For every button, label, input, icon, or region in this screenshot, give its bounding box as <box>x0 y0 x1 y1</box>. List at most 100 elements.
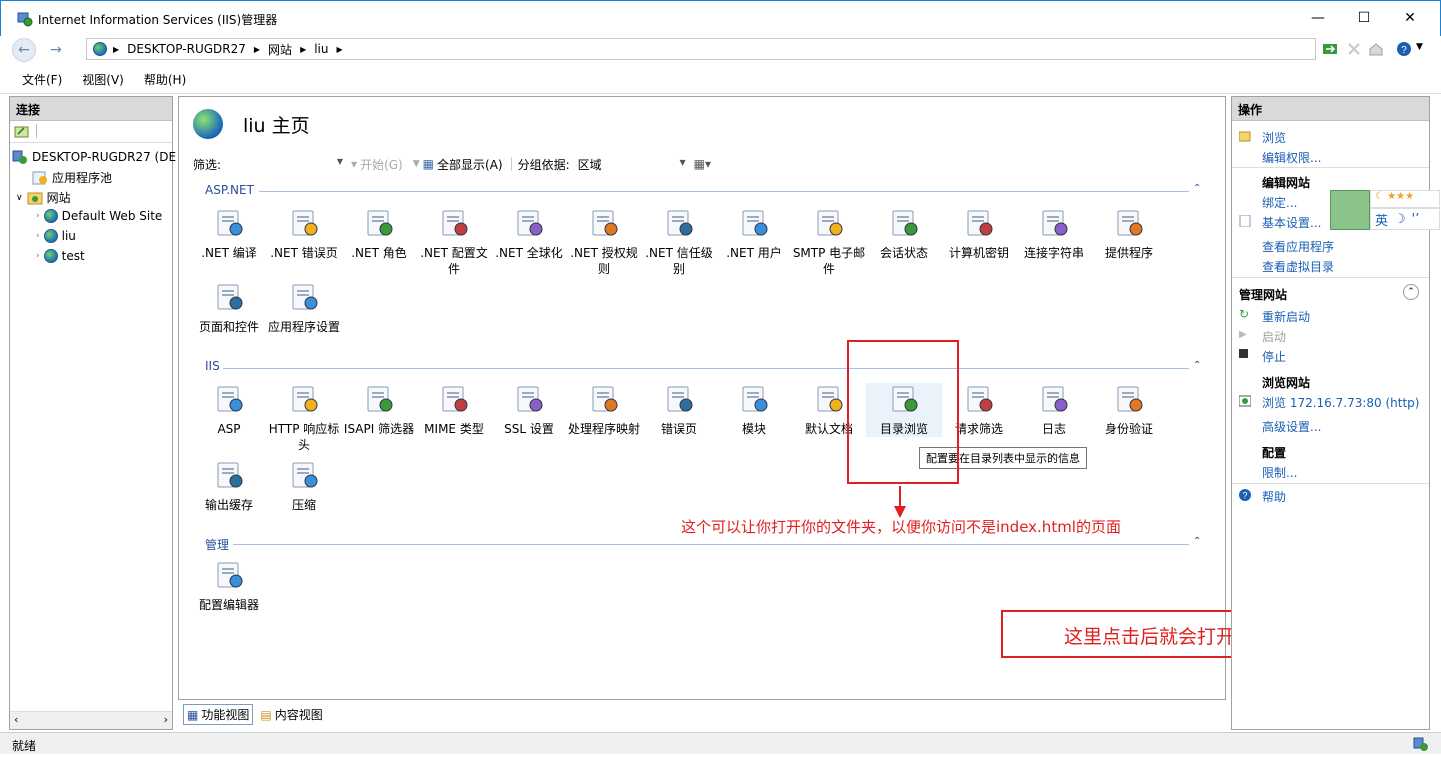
iis-feature-tile-11[interactable]: 日志 <box>1016 383 1092 437</box>
connect-icon[interactable] <box>14 124 30 140</box>
iis-feature-tile-6[interactable]: 错误页 <box>641 383 717 437</box>
aspnet-feature-tile-9[interactable]: 会话状态 <box>866 207 942 261</box>
action-bindings[interactable]: 绑定... <box>1262 194 1297 211</box>
address-bar[interactable]: ▶ DESKTOP-RUGDR27 ▶ 网站 ▶ liu ▶ <box>86 38 1316 60</box>
chevron-right-icon[interactable]: › <box>36 251 40 261</box>
action-browse[interactable]: 浏览 <box>1262 129 1286 146</box>
tree-sites-label: 网站 <box>46 191 71 205</box>
action-view-apps[interactable]: 查看应用程序 <box>1262 238 1334 255</box>
iis-feature-tile-1[interactable]: HTTP 响应标头 <box>266 383 342 453</box>
feature-icon <box>363 383 395 415</box>
collapse-caret-icon[interactable]: ⌃ <box>1403 284 1419 300</box>
group-aspnet: ASP.NET <box>205 183 254 197</box>
settings-doc-icon <box>1239 215 1251 227</box>
aspnet-feature-tile-7[interactable]: .NET 用户 <box>716 207 792 261</box>
aspnet-feature-tile-10[interactable]: 计算机密钥 <box>941 207 1017 261</box>
chevron-down-icon[interactable]: ▼ <box>337 157 343 166</box>
chevron-down-icon[interactable]: ▼ <box>1416 42 1423 52</box>
collapse-caret-icon[interactable]: ⌃ <box>1193 536 1205 548</box>
ime-avatar-icon <box>1330 190 1370 230</box>
iis-feature-tile-12[interactable]: 身份验证 <box>1091 383 1167 437</box>
menu-file[interactable]: 文件(F) <box>22 71 62 88</box>
iis-feature-tile-7[interactable]: 模块 <box>716 383 792 437</box>
collapse-caret-icon[interactable]: ⌃ <box>1193 360 1205 372</box>
action-edit-perms[interactable]: 编辑权限... <box>1262 149 1321 166</box>
help-circle-icon[interactable]: ? <box>1396 41 1412 57</box>
iis-feature-tile-14[interactable]: 压缩 <box>266 459 342 513</box>
aspnet-feature-tile-1[interactable]: .NET 错误页 <box>266 207 342 261</box>
collapse-caret-icon[interactable]: ⌃ <box>1193 183 1205 195</box>
tree-app-pools[interactable]: 应用程序池 <box>32 169 112 186</box>
minimize-button[interactable]: — <box>1295 1 1341 35</box>
feature-icon <box>363 207 395 239</box>
action-start[interactable]: 启动 <box>1262 328 1286 345</box>
close-button[interactable]: ✕ <box>1387 1 1433 35</box>
show-all-button[interactable]: ▼ ▦ 全部显示(A) <box>413 156 503 173</box>
aspnet-feature-tile-13[interactable]: 页面和控件 <box>191 281 267 335</box>
aspnet-feature-tile-11[interactable]: 连接字符串 <box>1016 207 1092 261</box>
scroll-left-icon[interactable]: ‹ <box>14 713 18 726</box>
iis-feature-tile-2[interactable]: ISAPI 筛选器 <box>341 383 417 437</box>
filter-input[interactable]: ▼ <box>225 155 343 173</box>
refresh-icon[interactable] <box>1322 41 1338 57</box>
iis-feature-tile-5[interactable]: 处理程序映射 <box>566 383 642 437</box>
tree-site-test[interactable]: › test <box>36 249 85 263</box>
iis-feature-tile-4[interactable]: SSL 设置 <box>491 383 567 437</box>
highlight-box <box>847 340 959 484</box>
group-by-select[interactable]: 区域 ▼ <box>578 156 686 173</box>
aspnet-feature-tile-3[interactable]: .NET 配置文件 <box>416 207 492 277</box>
breadcrumb-server[interactable]: DESKTOP-RUGDR27 <box>127 42 246 56</box>
ime-lang[interactable]: 英 <box>1375 210 1388 229</box>
tree-site-liu[interactable]: › liu <box>36 229 76 243</box>
ime-punct-icon[interactable]: '’ <box>1412 212 1420 227</box>
aspnet-feature-tile-8[interactable]: SMTP 电子邮件 <box>791 207 867 277</box>
tab-content-view[interactable]: ▤ 内容视图 <box>257 704 325 725</box>
action-advanced-settings[interactable]: 高级设置... <box>1262 418 1321 435</box>
action-help[interactable]: 帮助 <box>1262 488 1286 505</box>
action-restart[interactable]: 重新启动 <box>1262 308 1310 325</box>
feature-label: .NET 编译 <box>201 246 257 260</box>
manage-feature-tile-0[interactable]: 配置编辑器 <box>191 559 267 613</box>
action-basic-settings[interactable]: 基本设置... <box>1262 214 1321 231</box>
action-view-vdirs[interactable]: 查看虚拟目录 <box>1262 258 1334 275</box>
start-button[interactable]: ▾ 开始(G) <box>351 156 403 173</box>
chevron-right-icon[interactable]: › <box>36 231 40 241</box>
ime-halfwidth-icon[interactable]: ☽ <box>1394 212 1406 227</box>
tree-site-default[interactable]: › Default Web Site <box>36 209 162 223</box>
iis-feature-tile-0[interactable]: ASP <box>191 383 267 437</box>
aspnet-feature-tile-5[interactable]: .NET 授权规则 <box>566 207 642 277</box>
breadcrumb-site[interactable]: liu <box>314 42 328 56</box>
action-stop[interactable]: 停止 <box>1262 348 1286 365</box>
home-icon[interactable] <box>1368 41 1384 57</box>
iis-feature-tile-3[interactable]: MIME 类型 <box>416 383 492 437</box>
aspnet-feature-tile-2[interactable]: .NET 角色 <box>341 207 417 261</box>
iis-feature-tile-13[interactable]: 输出缓存 <box>191 459 267 513</box>
aspnet-feature-tile-6[interactable]: .NET 信任级别 <box>641 207 717 277</box>
horizontal-scrollbar[interactable]: ‹ › <box>10 711 172 729</box>
back-arrow-icon[interactable]: ← <box>12 38 36 62</box>
feature-icon <box>1038 383 1070 415</box>
action-browse-link[interactable]: 浏览 172.16.7.73:80 (http) <box>1262 394 1419 411</box>
aspnet-feature-tile-4[interactable]: .NET 全球化 <box>491 207 567 261</box>
scroll-right-icon[interactable]: › <box>164 713 168 726</box>
help-circle-icon: ? <box>1239 489 1251 501</box>
maximize-button[interactable]: ☐ <box>1341 1 1387 35</box>
breadcrumb-sites[interactable]: 网站 <box>268 41 292 58</box>
chevron-down-icon[interactable]: ∨ <box>16 193 23 203</box>
stop-icon[interactable] <box>1346 41 1362 57</box>
feature-label: 应用程序设置 <box>267 320 340 334</box>
chevron-right-icon[interactable]: › <box>36 211 40 221</box>
tab-features-view[interactable]: ▦ 功能视图 <box>183 704 254 725</box>
action-limits[interactable]: 限制... <box>1262 464 1297 481</box>
aspnet-feature-tile-0[interactable]: .NET 编译 <box>191 207 267 261</box>
tree-sites[interactable]: ∨ 网站 <box>16 189 71 206</box>
forward-arrow-icon[interactable]: → <box>44 38 68 62</box>
iis-app-icon <box>17 12 33 27</box>
view-mode-icon[interactable]: ▦▾ <box>694 157 711 171</box>
ime-widget[interactable]: ☾ ★★★ 英 ☽ '’ <box>1330 190 1440 234</box>
tree-server[interactable]: DESKTOP-RUGDR27 (DE <box>12 149 176 165</box>
menu-view[interactable]: 视图(V) <box>82 71 124 88</box>
menu-help[interactable]: 帮助(H) <box>144 71 186 88</box>
aspnet-feature-tile-14[interactable]: 应用程序设置 <box>266 281 342 335</box>
aspnet-feature-tile-12[interactable]: 提供程序 <box>1091 207 1167 261</box>
